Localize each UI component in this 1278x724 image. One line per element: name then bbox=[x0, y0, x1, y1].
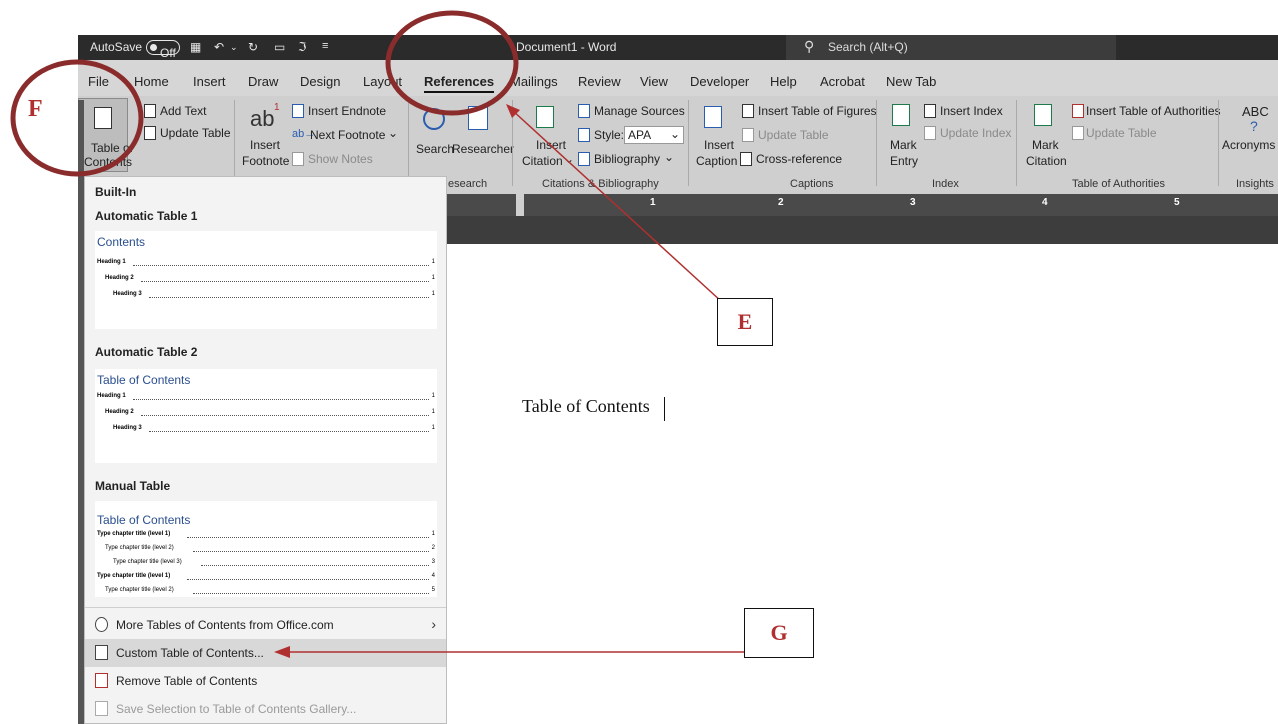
word-window: AutoSave Off ▦ ↶ ⌄ ↻ ▭ ℑ ≡ Document1 - W… bbox=[0, 0, 1278, 724]
annotation-circle-e bbox=[385, 10, 519, 116]
annotation-overlay bbox=[10, 10, 744, 658]
annotation-label-e: E bbox=[717, 298, 773, 346]
arrow-line-e bbox=[511, 109, 723, 303]
annotation-label-g: G bbox=[744, 608, 814, 658]
annotation-label-f: F bbox=[28, 96, 43, 122]
arrowhead-g bbox=[274, 646, 290, 658]
